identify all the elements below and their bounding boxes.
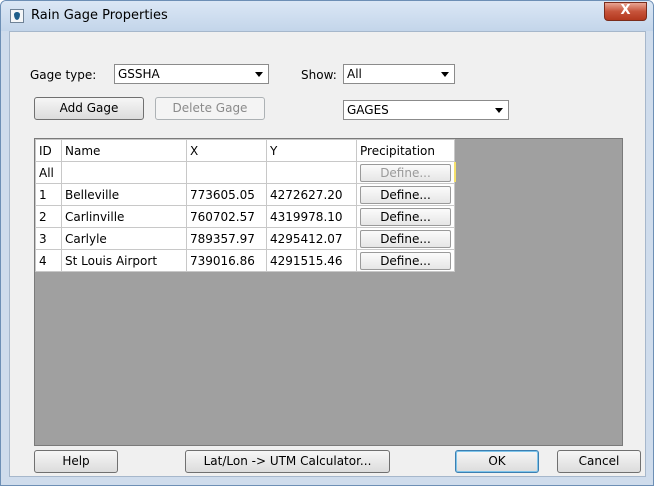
gage-type-value: GSSHA (118, 67, 160, 81)
row-precip-cell: Define... (356, 205, 455, 228)
ok-button[interactable]: OK (455, 450, 539, 473)
help-button[interactable]: Help (34, 450, 118, 473)
define-precipitation-button[interactable]: Define... (360, 207, 451, 226)
selection-marker (454, 162, 456, 182)
gage-type-dropdown[interactable]: GSSHA (114, 64, 269, 84)
cancel-button[interactable]: Cancel (557, 450, 641, 473)
row-all-precip-cell: Define... (356, 161, 455, 184)
column-header-y[interactable]: Y (266, 139, 357, 162)
row-y[interactable]: 4272627.20 (266, 183, 357, 206)
latlon-utm-calculator-button[interactable]: Lat/Lon -> UTM Calculator... (185, 450, 390, 473)
row-precip-cell: Define... (356, 183, 455, 206)
row-x[interactable]: 760702.57 (186, 205, 267, 228)
table-row: 1 Belleville 773605.05 4272627.20 Define… (35, 183, 455, 206)
gage-table-area[interactable]: ID Name X Y Precipitation All Define... … (34, 138, 623, 446)
coverage-value: GAGES (347, 103, 389, 117)
title-bar[interactable]: Rain Gage Properties X (1, 1, 653, 31)
window-title: Rain Gage Properties (31, 8, 168, 23)
row-id[interactable]: 4 (35, 249, 62, 272)
row-all-y[interactable] (266, 161, 357, 184)
show-label: Show: (301, 68, 337, 82)
column-header-precipitation[interactable]: Precipitation (356, 139, 455, 162)
row-name[interactable]: Belleville (61, 183, 187, 206)
table-header-row: ID Name X Y Precipitation (35, 139, 455, 162)
close-button[interactable]: X (604, 2, 647, 21)
row-y[interactable]: 4319978.10 (266, 205, 357, 228)
row-y[interactable]: 4291515.46 (266, 249, 357, 272)
row-all-x[interactable] (186, 161, 267, 184)
row-y[interactable]: 4295412.07 (266, 227, 357, 250)
row-name[interactable]: Carlinville (61, 205, 187, 228)
column-header-id[interactable]: ID (35, 139, 62, 162)
table-row: 2 Carlinville 760702.57 4319978.10 Defin… (35, 205, 455, 228)
row-id[interactable]: 1 (35, 183, 62, 206)
column-header-x[interactable]: X (186, 139, 267, 162)
table-row: 4 St Louis Airport 739016.86 4291515.46 … (35, 249, 455, 272)
row-id[interactable]: 2 (35, 205, 62, 228)
table-row-all: All Define... (35, 161, 455, 184)
row-id[interactable]: 3 (35, 227, 62, 250)
column-header-name[interactable]: Name (61, 139, 187, 162)
row-x[interactable]: 789357.97 (186, 227, 267, 250)
row-all-id[interactable]: All (35, 161, 62, 184)
chevron-down-icon (495, 108, 503, 113)
row-x[interactable]: 739016.86 (186, 249, 267, 272)
row-all-name[interactable] (61, 161, 187, 184)
show-value: All (347, 67, 362, 81)
coverage-dropdown[interactable]: GAGES (343, 100, 509, 120)
define-precipitation-button[interactable]: Define... (360, 251, 451, 270)
chevron-down-icon (441, 72, 449, 77)
row-precip-cell: Define... (356, 249, 455, 272)
row-name[interactable]: Carlyle (61, 227, 187, 250)
gage-type-label: Gage type: (30, 68, 97, 82)
row-name[interactable]: St Louis Airport (61, 249, 187, 272)
row-precip-cell: Define... (356, 227, 455, 250)
define-precipitation-button[interactable]: Define... (360, 229, 451, 248)
chevron-down-icon (255, 72, 263, 77)
table-row: 3 Carlyle 789357.97 4295412.07 Define... (35, 227, 455, 250)
rain-gage-properties-dialog: Rain Gage Properties X Gage type: GSSHA … (0, 0, 654, 486)
dialog-body: Gage type: GSSHA Show: All Add Gage Dele… (9, 31, 646, 477)
add-gage-button[interactable]: Add Gage (34, 97, 144, 120)
row-x[interactable]: 773605.05 (186, 183, 267, 206)
show-dropdown[interactable]: All (343, 64, 455, 84)
define-all-button[interactable]: Define... (360, 163, 451, 182)
gage-table: ID Name X Y Precipitation All Define... … (35, 139, 455, 272)
rain-drop-icon (10, 9, 24, 23)
define-precipitation-button[interactable]: Define... (360, 185, 451, 204)
delete-gage-button[interactable]: Delete Gage (155, 97, 265, 120)
